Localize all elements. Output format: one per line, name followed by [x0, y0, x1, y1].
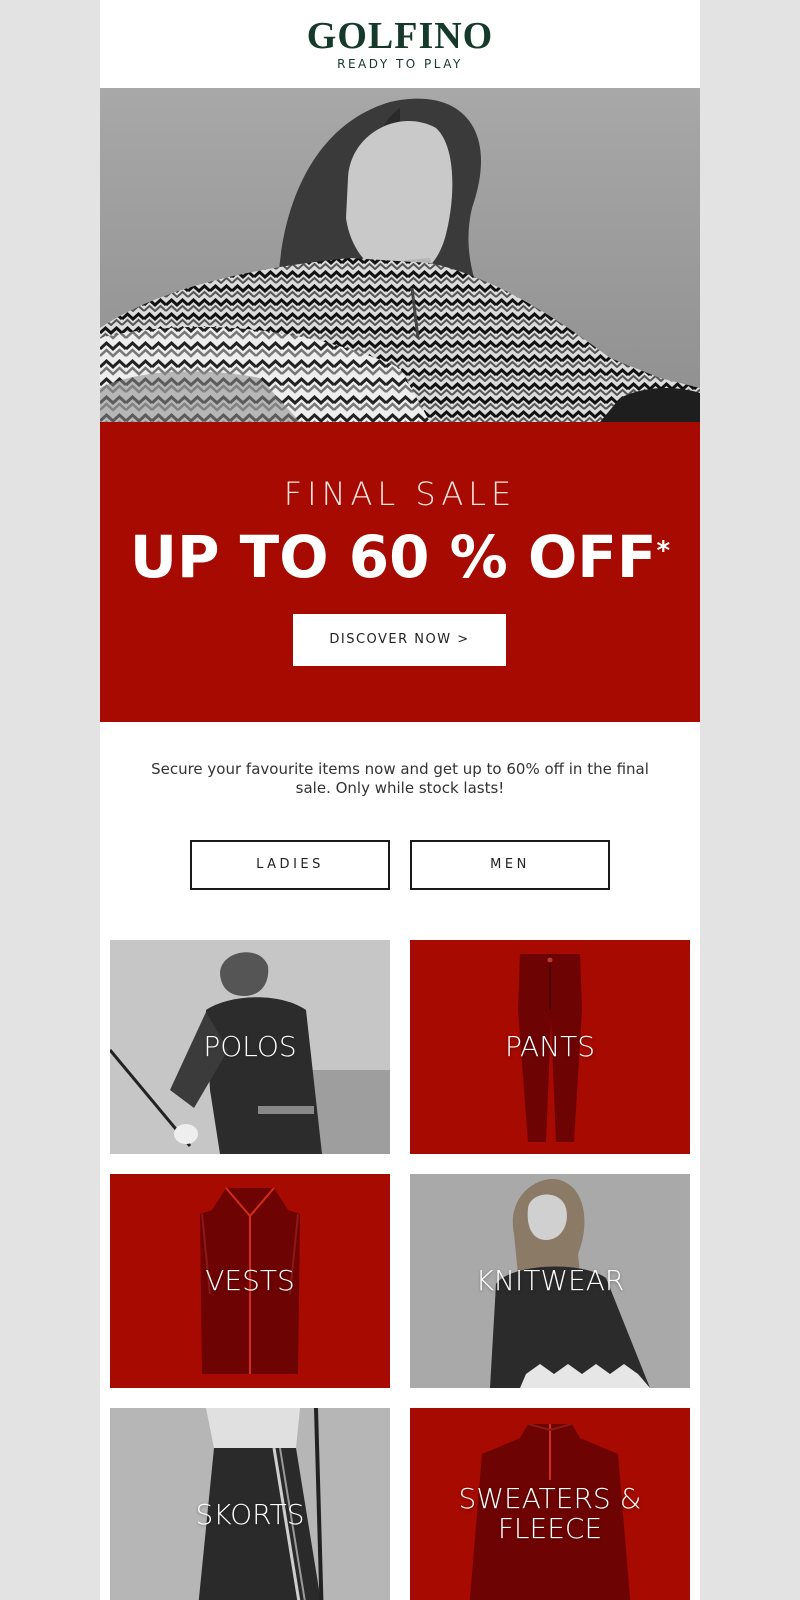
category-tile-polos[interactable]: POLOS	[110, 940, 390, 1154]
logo[interactable]: GOLFINO	[100, 14, 700, 58]
category-label: SWEATERS &	[458, 1482, 642, 1515]
discover-now-button[interactable]: DISCOVER NOW >	[293, 614, 506, 666]
category-label: PANTS	[504, 1030, 596, 1063]
men-button[interactable]: MEN	[410, 840, 610, 890]
tagline: READY TO PLAY	[337, 57, 463, 71]
intro-text: Secure your favourite items now and get …	[151, 760, 649, 797]
email-body: GOLFINO READY TO PLAY FINAL SALE UP TO 6…	[100, 0, 700, 1600]
category-label: POLOS	[203, 1030, 297, 1063]
hero-image[interactable]	[100, 88, 700, 422]
category-tile-vests[interactable]: VESTS	[110, 1174, 390, 1388]
category-tile-pants[interactable]: PANTS	[410, 940, 690, 1154]
category-label: VESTS	[205, 1264, 295, 1297]
category-tile-knitwear[interactable]: KNITWEAR	[410, 1174, 690, 1388]
category-tile-sweaters-fleece[interactable]: SWEATERS & FLEECE	[410, 1408, 690, 1600]
category-tile-skorts[interactable]: SKORTS	[110, 1408, 390, 1600]
sale-banner: FINAL SALE UP TO 60 % OFF* DISCOVER NOW …	[100, 422, 700, 722]
sale-footnote-mark: *	[656, 536, 671, 566]
category-label: SKORTS	[195, 1498, 305, 1531]
ladies-button[interactable]: LADIES	[190, 840, 390, 890]
category-label-line2: FLEECE	[497, 1512, 603, 1545]
header: GOLFINO READY TO PLAY	[100, 0, 700, 88]
category-label: KNITWEAR	[475, 1264, 625, 1297]
sale-headline: UP TO 60 % OFF*	[100, 522, 700, 592]
sale-title: FINAL SALE	[283, 475, 517, 513]
hero-photo-illustration	[100, 98, 700, 422]
sale-headline-text: UP TO 60 % OFF	[129, 523, 657, 591]
